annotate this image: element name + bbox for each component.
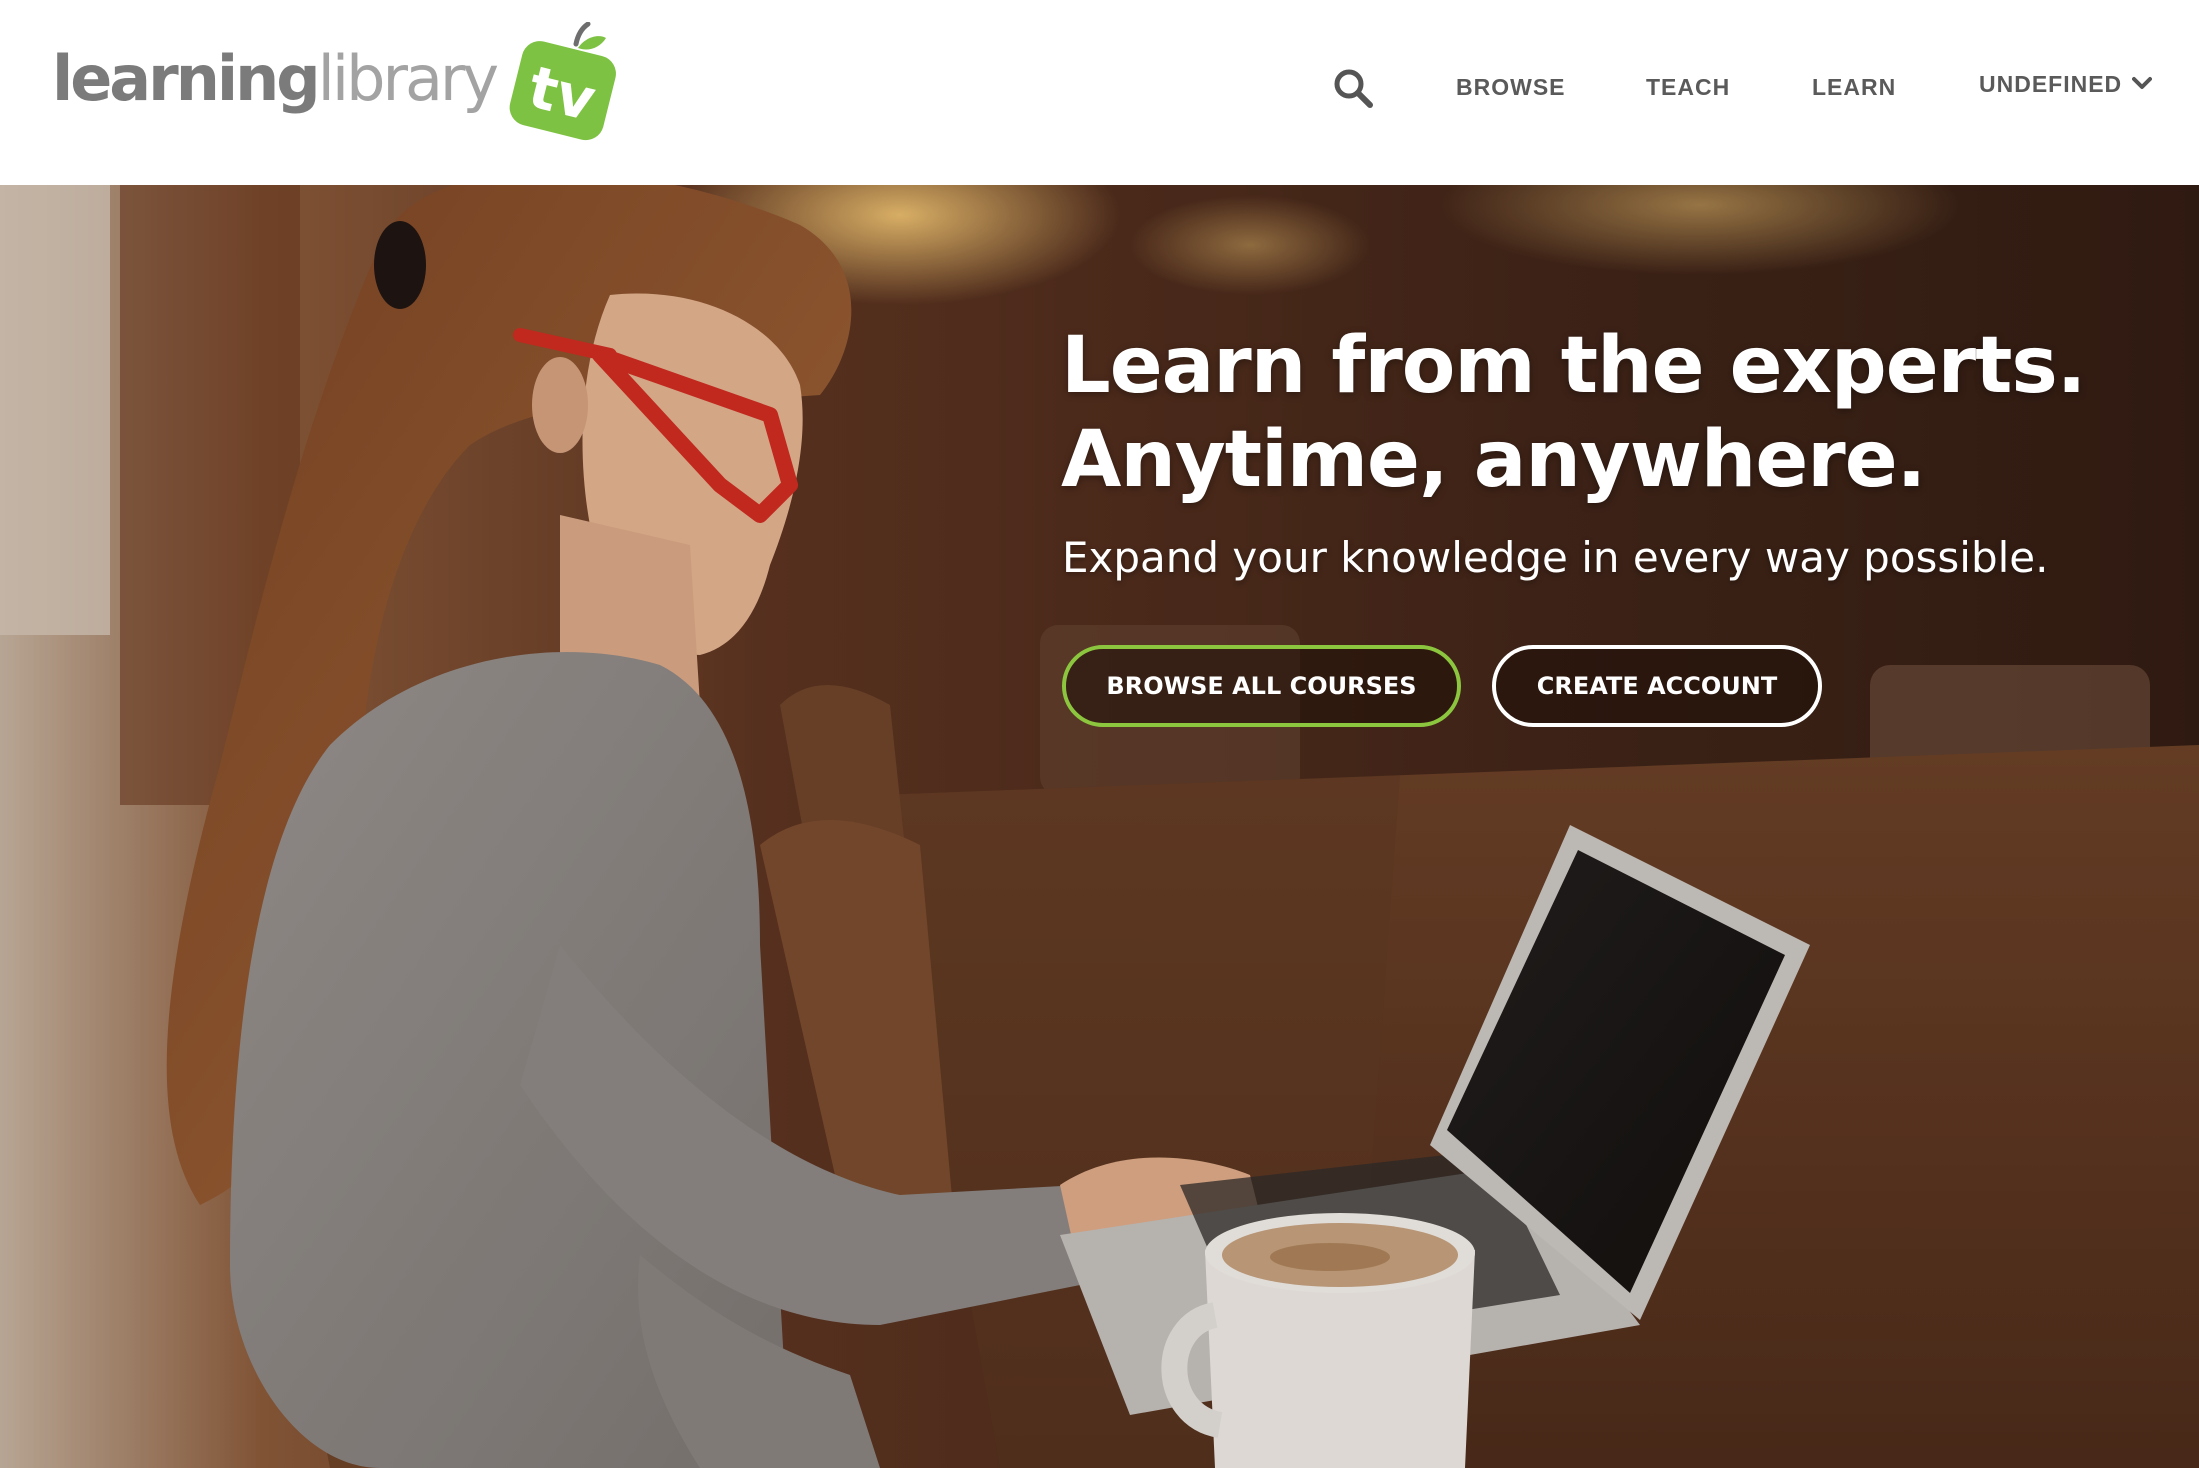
nav-item-teach[interactable]: TEACH	[1646, 74, 1730, 101]
search-button[interactable]	[1331, 66, 1375, 110]
hero-headline-line-2: Anytime, anywhere.	[1061, 415, 1926, 505]
nav-item-browse[interactable]: BROWSE	[1456, 74, 1566, 101]
site-header: learninglibrary tv BROWSE TEACH LEARN UN…	[0, 0, 2199, 185]
hero-headline-line-1: Learn from the experts.	[1061, 321, 2086, 411]
page: learninglibrary tv BROWSE TEACH LEARN UN…	[0, 0, 2199, 1468]
logo-wordmark: learninglibrary	[52, 48, 499, 110]
create-account-button[interactable]: CREATE ACCOUNT	[1492, 645, 1822, 727]
logo-word-learning: learning	[52, 42, 321, 115]
logo-word-library: library	[317, 42, 499, 115]
main-nav: BROWSE TEACH LEARN UNDEFINED	[1299, 0, 2199, 185]
apple-tv-logo-icon: tv	[509, 22, 616, 141]
site-logo[interactable]: learninglibrary tv	[52, 22, 616, 142]
chevron-down-icon	[2132, 76, 2153, 89]
hero-subheading: Expand your knowledge in every way possi…	[1062, 533, 2049, 582]
user-menu-dropdown[interactable]: UNDEFINED	[1979, 71, 2153, 98]
hero-section: Learn from the experts. Anytime, anywhere…	[0, 185, 2199, 1468]
user-menu-label: UNDEFINED	[1979, 71, 2123, 97]
browse-all-courses-button[interactable]: BROWSE ALL COURSES	[1062, 645, 1461, 727]
nav-item-learn[interactable]: LEARN	[1812, 74, 1896, 101]
hero-headline: Learn from the experts. Anytime, anywhere…	[1061, 319, 2086, 507]
search-icon	[1334, 69, 1373, 108]
